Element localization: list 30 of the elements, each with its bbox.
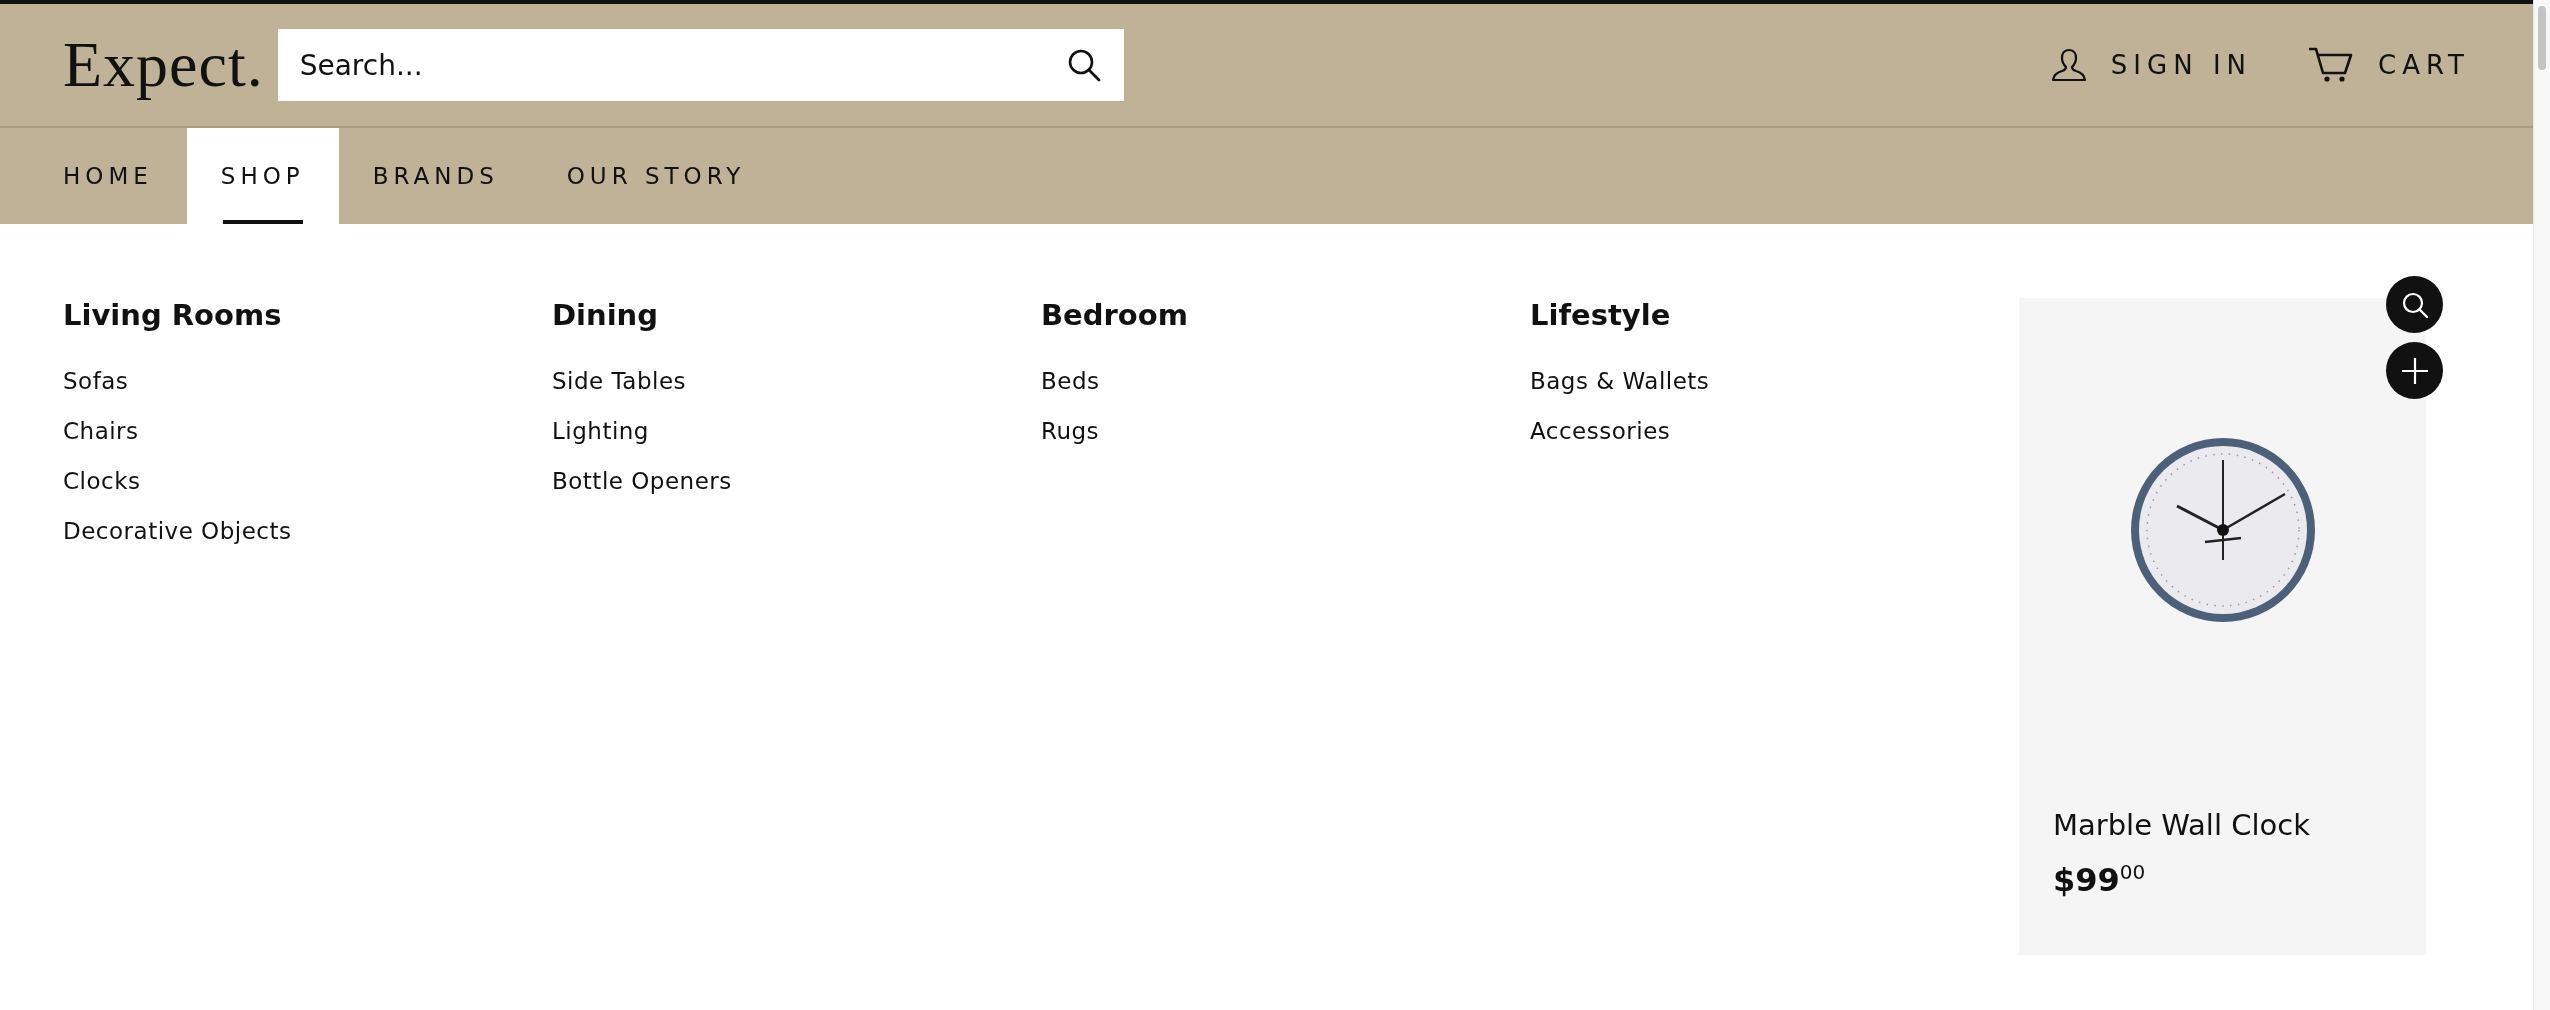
category-link[interactable]: Bottle Openers: [552, 468, 1041, 518]
cart-icon: [2308, 47, 2354, 83]
category-link[interactable]: Beds: [1041, 368, 1530, 418]
nav-tab[interactable]: OUR STORY: [532, 128, 780, 224]
category-link[interactable]: Bags & Wallets: [1530, 368, 2019, 418]
quick-view-button[interactable]: [2386, 276, 2443, 333]
category-link[interactable]: Decorative Objects: [63, 518, 552, 568]
category-link[interactable]: Accessories: [1530, 418, 2019, 468]
category-link[interactable]: Clocks: [63, 468, 552, 518]
category-heading[interactable]: Lifestyle: [1530, 298, 2019, 332]
plus-icon: [2399, 355, 2430, 386]
product-card[interactable]: Marble Wall Clock $99$^{00}$: [2019, 298, 2426, 955]
nav-tab[interactable]: SHOP: [186, 128, 339, 224]
category-link[interactable]: Lighting: [552, 418, 1041, 468]
nav-tab[interactable]: BRANDS: [338, 128, 533, 224]
category-heading[interactable]: Bedroom: [1041, 298, 1530, 332]
sign-in-link[interactable]: SIGN IN: [2050, 48, 2252, 82]
category-link[interactable]: Side Tables: [552, 368, 1041, 418]
category-link[interactable]: Chairs: [63, 418, 552, 468]
nav-tab[interactable]: HOME: [29, 128, 187, 224]
cart-link[interactable]: CART: [2308, 47, 2470, 83]
category-link[interactable]: Rugs: [1041, 418, 1530, 468]
product-title[interactable]: Marble Wall Clock: [2019, 808, 2426, 842]
category-heading[interactable]: Dining: [552, 298, 1041, 332]
category-heading[interactable]: Living Rooms: [63, 298, 552, 332]
product-price: $99$^{00}$: [2052, 860, 2147, 899]
search-field[interactable]: Search...: [277, 29, 1124, 101]
logo[interactable]: Expect.: [63, 28, 264, 102]
category-link[interactable]: Sofas: [63, 368, 552, 418]
user-icon: [2050, 48, 2087, 82]
